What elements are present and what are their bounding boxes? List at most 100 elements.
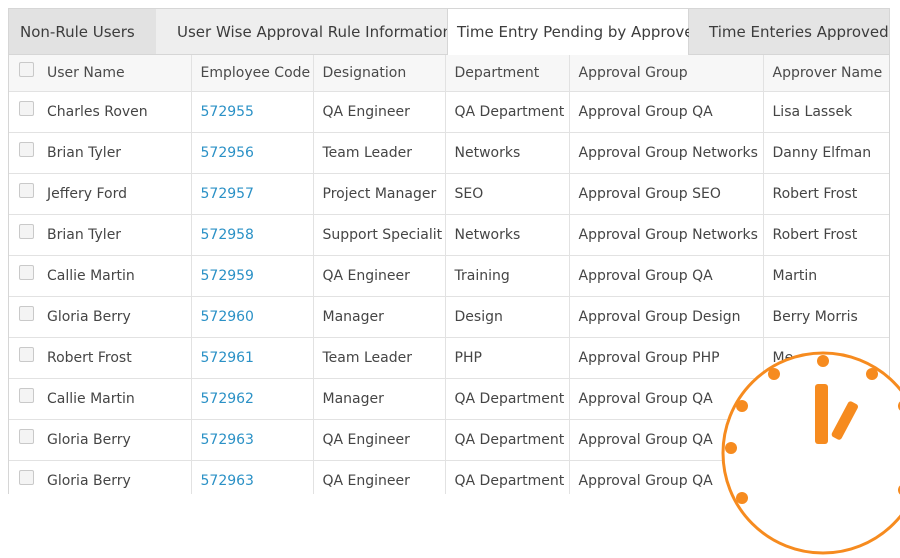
- table-row[interactable]: Brian Tyler 572956 Team Leader Networks Appr…: [9, 132, 889, 174]
- cell-department: QA Department: [445, 460, 570, 494]
- table-row[interactable]: Gloria Berry 572960 Manager Design Approval …: [9, 296, 889, 338]
- cell-approval-group: Approval Group QA: [569, 378, 764, 420]
- cell-user-name: Gloria Berry: [9, 419, 192, 461]
- user-name-text: Jeffery Ford: [47, 185, 128, 202]
- employee-code-link[interactable]: 572956: [201, 145, 254, 161]
- cell-employee-code: 572962: [191, 378, 314, 420]
- employee-code-link[interactable]: 572957: [201, 186, 254, 202]
- user-name-text: Callie Martin: [47, 267, 135, 284]
- cell-approver-name: Berry Morris: [763, 296, 889, 338]
- cell-approver-name: [763, 378, 889, 420]
- user-name-text: Brian Tyler: [47, 226, 122, 243]
- cell-department: SEO: [445, 173, 570, 215]
- table-row[interactable]: Charles Roven 572955 QA Engineer QA Departm…: [9, 91, 889, 133]
- table-row[interactable]: Gloria Berry 572963 QA Engineer QA Departme…: [9, 460, 889, 494]
- cell-designation: QA Engineer: [313, 91, 446, 133]
- cell-designation: QA Engineer: [313, 419, 446, 461]
- tab-user-wise-approval-rule[interactable]: User Wise Approval Rule Information: [156, 9, 452, 54]
- cell-designation: Manager: [313, 378, 446, 420]
- employee-code-link[interactable]: 572962: [201, 391, 254, 407]
- cell-approver-name: Robert Frost: [763, 214, 889, 256]
- cell-department: QA Department: [445, 378, 570, 420]
- row-checkbox[interactable]: [19, 347, 34, 362]
- row-checkbox[interactable]: [19, 388, 34, 403]
- cell-approver-name: Danny Elfman: [763, 132, 889, 174]
- column-header-approval-group: Approval Group: [569, 55, 764, 92]
- cell-department: Design: [445, 296, 570, 338]
- select-all-checkbox[interactable]: [19, 62, 34, 78]
- cell-approver-name: [763, 460, 889, 494]
- cell-approval-group: Approval Group QA: [569, 460, 764, 494]
- cell-user-name: Gloria Berry: [9, 460, 192, 494]
- cell-employee-code: 572963: [191, 460, 314, 494]
- cell-approval-group: Approval Group Networks: [569, 214, 764, 256]
- employee-code-link[interactable]: 572960: [201, 309, 254, 325]
- column-header-approver-name: Approver Name: [763, 55, 889, 92]
- cell-designation: QA Engineer: [313, 255, 446, 297]
- cell-department: QA Department: [445, 91, 570, 133]
- user-name-text: Robert Frost: [47, 349, 132, 366]
- cell-approver-name: Lisa Lassek: [763, 91, 889, 133]
- table-header-row: User Name Employee Code Designation Depa…: [9, 55, 889, 92]
- cell-department: QA Department: [445, 419, 570, 461]
- row-checkbox[interactable]: [19, 224, 34, 239]
- table-row[interactable]: Jeffery Ford 572957 Project Manager SEO Appr…: [9, 173, 889, 215]
- cell-user-name: Callie Martin: [9, 378, 192, 420]
- user-name-text: Gloria Berry: [47, 431, 131, 448]
- user-name-text: Charles Roven: [47, 103, 148, 120]
- cell-employee-code: 572959: [191, 255, 314, 297]
- row-checkbox[interactable]: [19, 306, 34, 321]
- tab-time-entries-approved[interactable]: Time Enteries Approved: [689, 9, 889, 54]
- cell-department: PHP: [445, 337, 570, 379]
- user-name-text: Callie Martin: [47, 390, 135, 407]
- employee-code-link[interactable]: 572963: [201, 473, 254, 489]
- cell-approval-group: Approval Group PHP: [569, 337, 764, 379]
- cell-user-name: Brian Tyler: [9, 132, 192, 174]
- cell-approval-group: Approval Group SEO: [569, 173, 764, 215]
- row-checkbox[interactable]: [19, 142, 34, 157]
- cell-designation: Team Leader: [313, 337, 446, 379]
- tab-non-rule-users[interactable]: Non-Rule Users: [9, 9, 156, 54]
- cell-employee-code: 572960: [191, 296, 314, 338]
- approval-panel: Non-Rule Users User Wise Approval Rule I…: [8, 8, 890, 494]
- cell-user-name: Jeffery Ford: [9, 173, 192, 215]
- tab-time-entry-pending[interactable]: Time Entry Pending by Approver: [447, 9, 700, 55]
- cell-employee-code: 572956: [191, 132, 314, 174]
- row-checkbox[interactable]: [19, 429, 34, 444]
- cell-department: Training: [445, 255, 570, 297]
- cell-approver-name: Me: [763, 337, 889, 379]
- row-checkbox[interactable]: [19, 183, 34, 198]
- employee-code-link[interactable]: 572958: [201, 227, 254, 243]
- table-row[interactable]: Callie Martin 572959 QA Engineer Training Ap…: [9, 255, 889, 297]
- row-checkbox[interactable]: [19, 101, 34, 116]
- cell-user-name: Callie Martin: [9, 255, 192, 297]
- cell-employee-code: 572957: [191, 173, 314, 215]
- cell-designation: Manager: [313, 296, 446, 338]
- row-checkbox[interactable]: [19, 265, 34, 280]
- table-row[interactable]: Callie Martin 572962 Manager QA Department A…: [9, 378, 889, 420]
- approval-table: User Name Employee Code Designation Depa…: [9, 55, 889, 494]
- user-name-text: Gloria Berry: [47, 308, 131, 325]
- cell-approval-group: Approval Group Networks: [569, 132, 764, 174]
- tab-bar: Non-Rule Users User Wise Approval Rule I…: [9, 9, 889, 55]
- table-row[interactable]: Gloria Berry 572963 QA Engineer QA Departme…: [9, 419, 889, 461]
- table-row[interactable]: Brian Tyler 572958 Support Specialit Networ…: [9, 214, 889, 256]
- cell-user-name: Robert Frost: [9, 337, 192, 379]
- cell-designation: QA Engineer: [313, 460, 446, 494]
- table-row[interactable]: Robert Frost 572961 Team Leader PHP Approval…: [9, 337, 889, 379]
- cell-approval-group: Approval Group Design: [569, 296, 764, 338]
- cell-approval-group: Approval Group QA: [569, 91, 764, 133]
- cell-approval-group: Approval Group QA: [569, 419, 764, 461]
- column-header-department: Department: [445, 55, 570, 92]
- cell-approver-name: Robert Frost: [763, 173, 889, 215]
- table-body: Charles Roven 572955 QA Engineer QA Departm…: [9, 91, 889, 494]
- cell-department: Networks: [445, 214, 570, 256]
- cell-user-name: Brian Tyler: [9, 214, 192, 256]
- row-checkbox[interactable]: [19, 470, 34, 485]
- cell-designation: Team Leader: [313, 132, 446, 174]
- cell-approver-name: Martin: [763, 255, 889, 297]
- employee-code-link[interactable]: 572963: [201, 432, 254, 448]
- employee-code-link[interactable]: 572959: [201, 268, 254, 284]
- employee-code-link[interactable]: 572961: [201, 350, 254, 366]
- employee-code-link[interactable]: 572955: [201, 104, 254, 120]
